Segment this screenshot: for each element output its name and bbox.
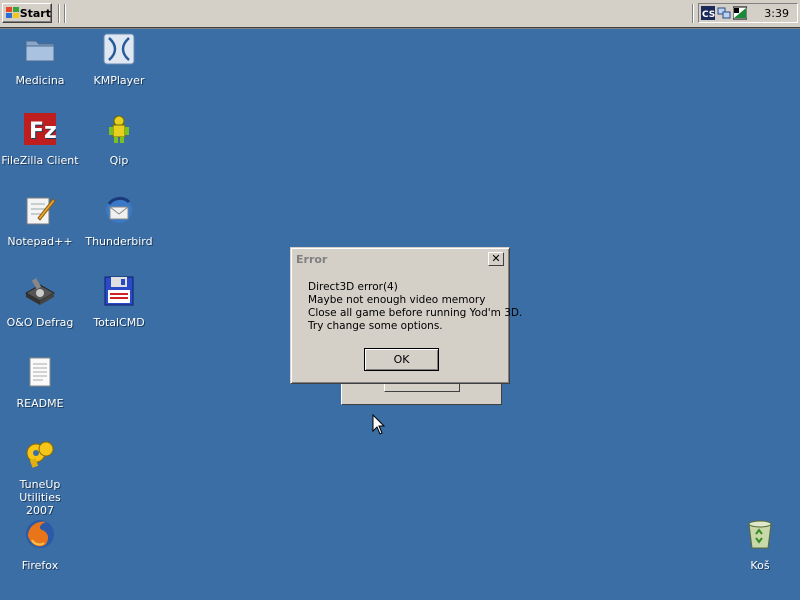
folder-icon: [25, 40, 55, 62]
desktop-icon-label-line2: 2007: [26, 504, 54, 517]
clock[interactable]: 3:39: [764, 7, 789, 20]
desktop-icon-filezilla[interactable]: Fz FileZilla Client: [1, 113, 79, 167]
error-dialog: Error ✕ Direct3D error(4) Maybe not enou…: [290, 247, 522, 384]
desktop-icon-readme[interactable]: README: [1, 356, 79, 410]
desktop-icon-label: TuneUp Utilities: [19, 478, 61, 504]
desktop-icon-label: O&O Defrag: [6, 316, 74, 329]
system-tray: CS 3:39: [698, 3, 798, 23]
start-label: Start: [19, 6, 51, 20]
desktop-icon-label: FileZilla Client: [1, 154, 79, 167]
tuneup-icon: [26, 441, 54, 468]
cs-label: CS: [702, 10, 715, 20]
message-line: Close all game before running Yod'm 3D.: [308, 307, 523, 319]
desktop-icon-recycle-bin[interactable]: Koš: [721, 518, 799, 572]
desktop-icon-label: Firefox: [21, 559, 59, 572]
qip-icon: [109, 115, 129, 143]
display-icon[interactable]: [733, 6, 747, 20]
thunderbird-icon: [106, 196, 132, 223]
start-button[interactable]: Start: [2, 3, 52, 23]
desktop-icon-totalcmd[interactable]: TotalCMD: [80, 275, 158, 329]
desktop-icon-notepad-plus-plus[interactable]: Notepad++: [1, 194, 79, 248]
desktop-icon-label: TotalCMD: [93, 316, 145, 329]
desktop-icon-medicina[interactable]: Medicina: [1, 33, 79, 87]
desktop-icon-label: Thunderbird: [85, 235, 153, 248]
message-line: Try change some options.: [308, 320, 443, 332]
svg-text:Fz: Fz: [29, 119, 56, 144]
floppy-disk-icon: [104, 276, 134, 306]
filezilla-icon: Fz: [24, 113, 57, 145]
desktop-icon-label: Koš: [750, 559, 770, 572]
recycle-bin-icon: [748, 520, 772, 549]
text-document-icon: [29, 357, 51, 387]
notepad-plus-plus-icon: [26, 197, 56, 225]
desktop-icon-label: Notepad++: [7, 235, 73, 248]
close-button[interactable]: ✕: [488, 252, 504, 266]
desktop-icon-label: KMPlayer: [93, 74, 145, 87]
desktop-icon-label: Medicina: [15, 74, 65, 87]
desktop-icon-qip[interactable]: Qip: [80, 113, 158, 167]
taskbar-separator: [58, 4, 60, 23]
mouse-pointer-icon: [372, 414, 386, 435]
desktop-icon-firefox[interactable]: Firefox: [1, 518, 79, 572]
cs-icon[interactable]: CS: [701, 6, 715, 20]
windows-logo-icon: [6, 7, 19, 19]
desktop-icon-tuneup[interactable]: TuneUp Utilities 2007: [1, 437, 79, 517]
network-icon[interactable]: [717, 6, 731, 20]
dialog-titlebar[interactable]: Error ✕: [294, 251, 506, 268]
taskbar-separator: [692, 4, 694, 23]
defrag-icon: [24, 278, 56, 305]
kmplayer-icon: [103, 33, 135, 65]
desktop-icon-label: README: [16, 397, 64, 410]
message-line: Direct3D error(4): [308, 281, 398, 293]
ok-button[interactable]: OK: [364, 348, 439, 371]
close-icon: ✕: [491, 252, 501, 265]
desktop-icon-label: Qip: [109, 154, 129, 167]
dialog-title: Error: [296, 253, 328, 266]
dialog-message: Direct3D error(4) Maybe not enough video…: [308, 281, 522, 333]
desktop-icon-oo-defrag[interactable]: O&O Defrag: [1, 275, 79, 329]
taskbar: Start CS 3:39: [0, 0, 800, 29]
desktop-icon-kmplayer[interactable]: KMPlayer: [80, 33, 158, 87]
taskbar-separator: [64, 4, 66, 23]
desktop-icon-thunderbird[interactable]: Thunderbird: [80, 194, 158, 248]
message-line: Maybe not enough video memory: [308, 294, 486, 306]
firefox-icon: [26, 520, 54, 548]
